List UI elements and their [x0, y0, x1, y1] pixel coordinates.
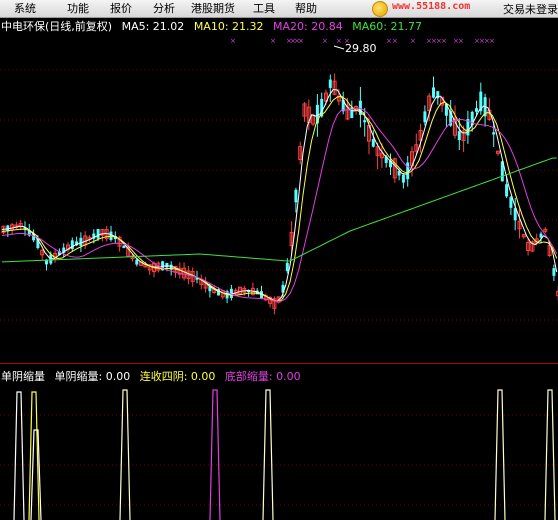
candle-body — [492, 132, 496, 135]
candle-body — [457, 131, 461, 141]
candle-body — [70, 240, 74, 250]
candle-body — [371, 139, 375, 147]
candle-body — [109, 231, 113, 240]
candle-body — [294, 189, 298, 203]
candle-body — [401, 174, 405, 183]
moving-average-lines — [1, 89, 558, 302]
candle-body — [165, 262, 169, 268]
indicator-spike — [119, 389, 131, 520]
indicator-spike — [209, 389, 221, 520]
candle-body — [509, 197, 513, 208]
peak-pointer — [333, 45, 345, 50]
ma5-line — [1, 89, 558, 302]
candle-body — [328, 79, 332, 88]
candle-body — [552, 268, 556, 276]
indicator-spike — [262, 389, 274, 520]
signal-mark: × — [270, 37, 276, 45]
signal-mark: × — [298, 37, 304, 45]
indicator-spike — [28, 391, 40, 520]
signal-mark: × — [489, 37, 495, 45]
signal-mark: × — [230, 37, 236, 45]
signal-mark: × — [458, 37, 464, 45]
candlesticks — [1, 73, 558, 315]
signal-mark: × — [410, 37, 416, 45]
candle-body — [79, 237, 83, 246]
candle-body — [285, 262, 289, 272]
indicator-spike — [544, 389, 556, 520]
ma10-line — [1, 96, 558, 302]
candle-body — [475, 108, 478, 112]
indicator-spike — [494, 389, 506, 520]
signal-mark: × — [441, 37, 447, 45]
indicator-spike — [13, 391, 25, 520]
candle-body — [423, 111, 427, 123]
peak-price-label: 29.80 — [345, 42, 377, 55]
indicator-spike — [30, 429, 42, 520]
candle-body — [363, 120, 367, 123]
signal-mark: × — [322, 37, 328, 45]
signal-mark: × — [386, 37, 392, 45]
candle-body — [96, 228, 100, 239]
candle-body — [505, 184, 509, 197]
kline-chart[interactable]: × × ×××× × × × × × × × × × × × × × × × × 29.80 — [0, 0, 558, 520]
candle-body — [122, 245, 126, 249]
ma20-line — [1, 107, 558, 302]
signal-mark: × — [392, 37, 398, 45]
candle-body — [135, 259, 139, 265]
signal-mark: × — [336, 37, 342, 45]
indicator-spikes — [13, 389, 556, 520]
chart-grid — [0, 69, 558, 506]
candle-body — [432, 87, 435, 98]
